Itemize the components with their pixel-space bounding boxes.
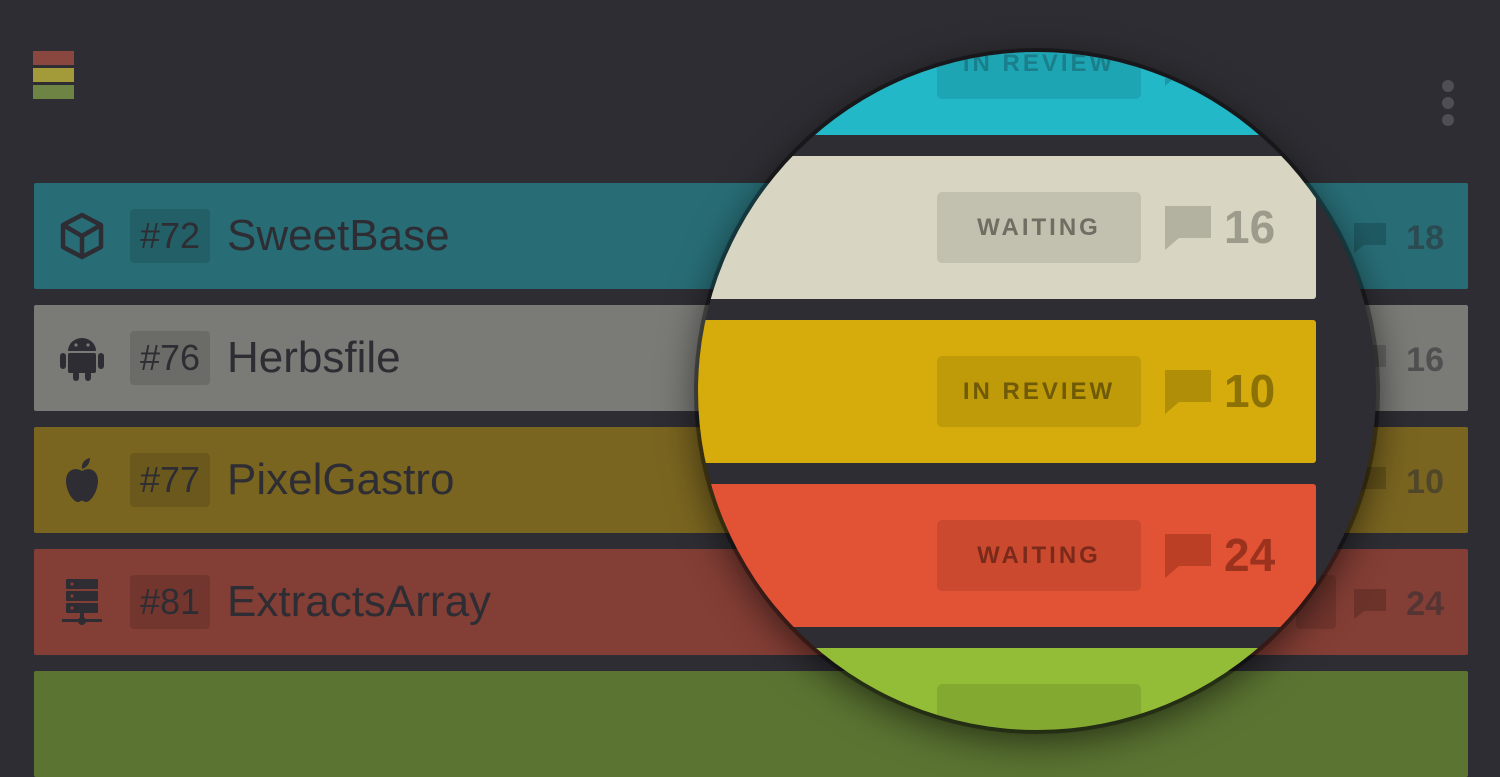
logo-bar-red (33, 51, 74, 65)
magnified-row: WAITING 16 (698, 156, 1316, 299)
status-badge: IN REVIEW (937, 356, 1141, 427)
unity-icon (56, 211, 108, 261)
app-logo (33, 51, 74, 102)
project-number: #72 (130, 209, 211, 263)
project-number: #76 (130, 331, 211, 385)
logo-bar-yellow (33, 68, 74, 82)
comment-count: 16 (1224, 201, 1276, 253)
project-name: PixelGastro (227, 455, 455, 504)
magnified-row: IN REVIEW (698, 52, 1316, 135)
comment-count: 24 (1224, 529, 1276, 581)
comment-icon (1352, 587, 1388, 621)
comment-icon (1163, 532, 1213, 582)
magnifier-lens: IN REVIEW WAITING 16 IN REVIEW 10 WAITIN… (698, 52, 1376, 730)
status-badge (937, 684, 1141, 730)
comment-count: 16 (1406, 341, 1444, 379)
comment-count: 18 (1406, 219, 1444, 257)
magnified-row: WAITING 24 (698, 484, 1316, 627)
status-badge: WAITING (937, 192, 1141, 263)
comment-count: 24 (1406, 585, 1444, 623)
project-number: #81 (130, 575, 211, 629)
project-name: Herbsfile (227, 333, 401, 382)
magnified-row: IN REVIEW 10 (698, 320, 1316, 463)
comment-count: 10 (1406, 463, 1444, 501)
status-badge: IN REVIEW (937, 52, 1141, 99)
comment-icon (1163, 204, 1213, 254)
project-name: SweetBase (227, 211, 450, 260)
menu-dot (1442, 97, 1454, 109)
menu-dot (1442, 114, 1454, 126)
comment-icon (1163, 368, 1213, 418)
comment-icon (1163, 52, 1213, 90)
magnified-row (698, 648, 1316, 730)
project-number: #77 (130, 453, 211, 507)
logo-bar-green (33, 85, 74, 99)
menu-dot (1442, 80, 1454, 92)
comment-count: 10 (1224, 365, 1276, 417)
server-icon (56, 577, 108, 627)
project-name: ExtractsArray (227, 577, 492, 626)
comment-icon (1352, 221, 1388, 255)
status-badge: WAITING (937, 520, 1141, 591)
apple-icon (56, 455, 108, 505)
android-icon (56, 333, 108, 383)
more-menu-button[interactable] (1440, 80, 1456, 130)
